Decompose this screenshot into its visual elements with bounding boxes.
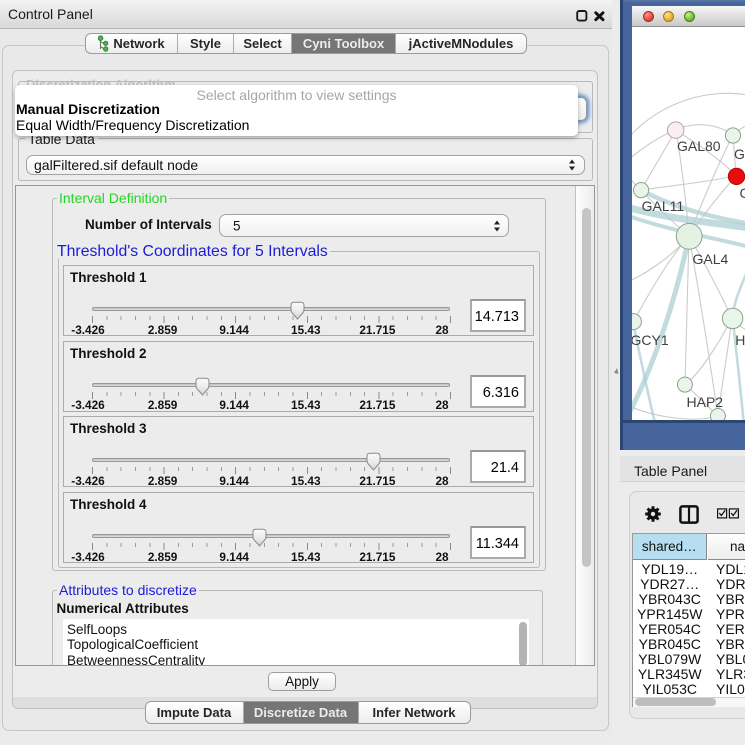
svg-text:GAL11: GAL11 (642, 198, 685, 214)
svg-text:GA: GA (734, 146, 745, 162)
svg-text:C: C (740, 185, 745, 201)
svg-text:HAP2: HAP2 (687, 394, 724, 410)
svg-text:GAL80: GAL80 (677, 138, 721, 154)
svg-text:H: H (735, 332, 745, 348)
svg-text:GCY1: GCY1 (632, 332, 669, 348)
svg-text:GAL4: GAL4 (693, 251, 729, 267)
